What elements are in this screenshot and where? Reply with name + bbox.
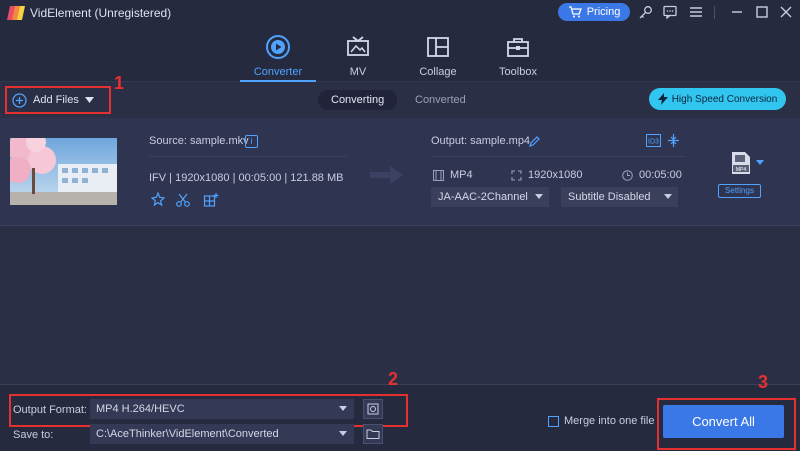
format-badge-text: MP4 (736, 167, 747, 173)
edit-effects-icon[interactable] (203, 192, 219, 208)
menu-icon[interactable] (688, 4, 704, 20)
lightning-icon (657, 93, 668, 105)
toolbox-icon (507, 38, 529, 57)
toolbar: Add Files 1 Converting Converted High Sp… (0, 73, 800, 118)
mv-icon (347, 36, 369, 56)
source-divider (149, 156, 347, 157)
resolution-icon (511, 169, 522, 181)
tab-toolbox[interactable]: Toolbox (478, 34, 558, 80)
merge-checkbox[interactable] (548, 415, 559, 427)
clock-icon (622, 169, 633, 181)
tab-mv-label: MV (349, 66, 367, 78)
open-folder-button[interactable] (363, 424, 383, 444)
bottom-bar: 2 Output Format: MP4 H.264/HEVC Save to:… (0, 369, 800, 451)
annotation-step-3: 3 (758, 372, 769, 392)
chevron-down-icon (339, 431, 347, 436)
titlebar-divider (714, 6, 715, 19)
output-duration-spec: 00:05:00 (622, 169, 682, 181)
edit-pencil-icon[interactable] (528, 135, 541, 148)
output-duration-text: 00:05:00 (639, 169, 682, 181)
feedback-icon[interactable] (662, 4, 678, 20)
file-row: Source: sample.mkv i IFV | 1920x1080 | 0… (0, 118, 800, 226)
save-to-select[interactable]: C:\AceThinker\VidElement\Converted (90, 424, 354, 444)
id3-tag-icon[interactable]: ID3 (646, 134, 661, 147)
info-icon[interactable]: i (245, 135, 258, 148)
audio-track-dropdown[interactable]: JA-AAC-2Channel (431, 187, 549, 207)
tab-collage[interactable]: Collage (398, 34, 478, 80)
convert-all-button[interactable]: Convert All (663, 405, 784, 438)
converter-icon (266, 35, 290, 59)
source-metadata: IFV | 1920x1080 | 00:05:00 | 121.88 MB (149, 172, 344, 184)
film-icon (433, 169, 444, 181)
convert-arrow-icon (370, 166, 403, 184)
collage-icon (427, 37, 449, 57)
merge-into-one-file[interactable]: Merge into one file (548, 415, 655, 427)
output-format-value: MP4 H.264/HEVC (96, 403, 185, 415)
compress-icon[interactable] (667, 134, 680, 147)
cart-icon (568, 6, 582, 18)
plus-circle-icon (12, 92, 27, 108)
title-bar: VidElement (Unregistered) Pricing (0, 0, 800, 26)
annotation-step-2: 2 (388, 369, 399, 389)
maximize-icon[interactable] (754, 4, 770, 20)
gear-icon (367, 403, 379, 415)
pricing-button[interactable]: Pricing (558, 3, 630, 21)
svg-text:ID3: ID3 (648, 139, 659, 146)
high-speed-label: High Speed Conversion (671, 93, 778, 105)
pricing-label: Pricing (586, 6, 621, 18)
output-divider (431, 156, 684, 157)
key-icon[interactable] (638, 4, 654, 20)
tab-mv[interactable]: MV (318, 34, 398, 80)
output-format-select[interactable]: MP4 H.264/HEVC (90, 399, 354, 419)
chevron-down-icon (339, 406, 347, 411)
chevron-down-icon[interactable] (84, 97, 94, 103)
add-files-button[interactable]: Add Files (5, 86, 111, 114)
output-resolution-spec: 1920x1080 (511, 169, 582, 181)
output-format-label: Output Format: (13, 404, 87, 416)
tab-converter-label: Converter (253, 66, 303, 78)
folder-icon (366, 429, 380, 439)
audio-track-value: JA-AAC-2Channel (438, 191, 528, 203)
chevron-down-icon (535, 194, 543, 199)
output-format-text: MP4 (450, 169, 473, 181)
output-resolution-text: 1920x1080 (528, 169, 583, 181)
tab-collage-label: Collage (419, 66, 457, 78)
annotation-step-1: 1 (114, 73, 125, 93)
segment-converted[interactable]: Converted (402, 90, 479, 110)
output-filename: Output: sample.mp4 (431, 135, 531, 147)
close-icon[interactable] (778, 4, 794, 20)
merge-label: Merge into one file (564, 415, 655, 427)
output-format-spec: MP4 (433, 169, 473, 181)
mp4-format-icon[interactable]: MP4 (731, 151, 751, 175)
enhance-icon[interactable] (150, 192, 166, 208)
save-to-value: C:\AceThinker\VidElement\Converted (96, 428, 279, 440)
app-title: VidElement (Unregistered) (30, 6, 172, 20)
app-logo-icon (7, 6, 25, 20)
subtitle-value: Subtitle Disabled (568, 191, 651, 203)
source-filename: Source: sample.mkv (149, 135, 249, 147)
tab-toolbox-label: Toolbox (499, 66, 537, 78)
minimize-icon[interactable] (729, 4, 745, 20)
format-chevron-down-icon[interactable] (756, 160, 764, 165)
settings-button[interactable]: Settings (718, 184, 761, 198)
segment-converting[interactable]: Converting (318, 90, 398, 110)
video-thumbnail[interactable] (10, 138, 117, 205)
format-settings-button[interactable] (363, 399, 383, 419)
scissors-icon[interactable] (175, 192, 191, 208)
add-files-label: Add Files (33, 94, 79, 106)
chevron-down-icon (664, 194, 672, 199)
tab-converter[interactable]: Converter (238, 34, 318, 82)
save-to-label: Save to: (13, 429, 54, 441)
high-speed-conversion-button[interactable]: High Speed Conversion (649, 88, 786, 110)
subtitle-dropdown[interactable]: Subtitle Disabled (561, 187, 678, 207)
